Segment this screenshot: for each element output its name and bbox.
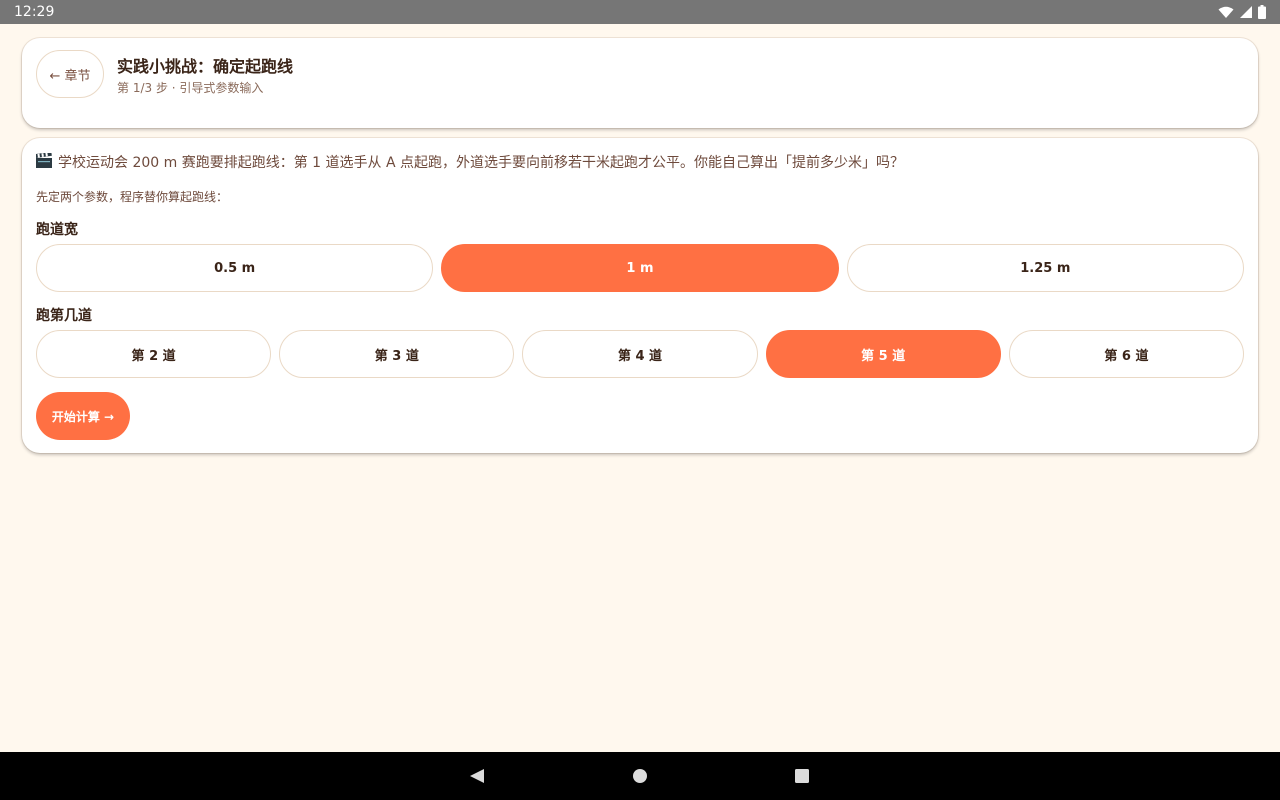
back-to-chapters-button[interactable]: ← 章节 [36, 50, 104, 98]
status-time: 12:29 [14, 4, 55, 20]
track-width-option-0-5m[interactable]: 0.5 m [36, 244, 434, 292]
lane-label: 跑第几道 [36, 308, 92, 324]
recents-square-icon[interactable] [794, 768, 810, 788]
step-indicator: 第 1/3 步 · 引导式参数输入 [117, 81, 264, 95]
track-width-option-1-25m[interactable]: 1.25 m [846, 244, 1244, 292]
cell-signal-icon [1240, 6, 1252, 18]
challenge-intro: 学校运动会 200 m 赛跑要排起跑线：第 1 道选手从 A 点起跑，外道选手要… [35, 151, 904, 172]
lane-option-4[interactable]: 第 4 道 [522, 330, 758, 378]
lane-option-2[interactable]: 第 2 道 [36, 330, 272, 378]
home-circle-icon[interactable] [632, 768, 648, 788]
challenge-description: 学校运动会 200 m 赛跑要排起跑线：第 1 道选手从 A 点起跑，外道选手要… [58, 155, 904, 171]
wifi-icon [1218, 6, 1234, 19]
track-width-label: 跑道宽 [36, 222, 78, 238]
lane-option-5[interactable]: 第 5 道 [765, 330, 1001, 378]
parameter-hint: 先定两个参数，程序替你算起跑线： [36, 190, 229, 204]
lane-options: 第 2 道 第 3 道 第 4 道 第 5 道 第 6 道 [36, 330, 1245, 378]
challenge-card: 学校运动会 200 m 赛跑要排起跑线：第 1 道选手从 A 点起跑，外道选手要… [22, 138, 1258, 453]
navigation-bar [0, 752, 1280, 800]
start-calculation-button[interactable]: 开始计算 → [36, 392, 130, 440]
lane-option-3[interactable]: 第 3 道 [279, 330, 515, 378]
track-width-options: 0.5 m 1 m 1.25 m [36, 244, 1244, 292]
back-triangle-icon[interactable] [469, 768, 485, 788]
status-bar: 12:29 [0, 0, 1280, 24]
lane-option-6[interactable]: 第 6 道 [1008, 330, 1245, 378]
track-width-option-1m[interactable]: 1 m [441, 244, 839, 292]
header-card: ← 章节 实践小挑战：确定起跑线 第 1/3 步 · 引导式参数输入 [22, 38, 1258, 128]
status-icons [1218, 5, 1266, 19]
battery-icon [1258, 5, 1266, 19]
clapperboard-icon [35, 151, 52, 172]
page-title: 实践小挑战：确定起跑线 [117, 57, 294, 76]
